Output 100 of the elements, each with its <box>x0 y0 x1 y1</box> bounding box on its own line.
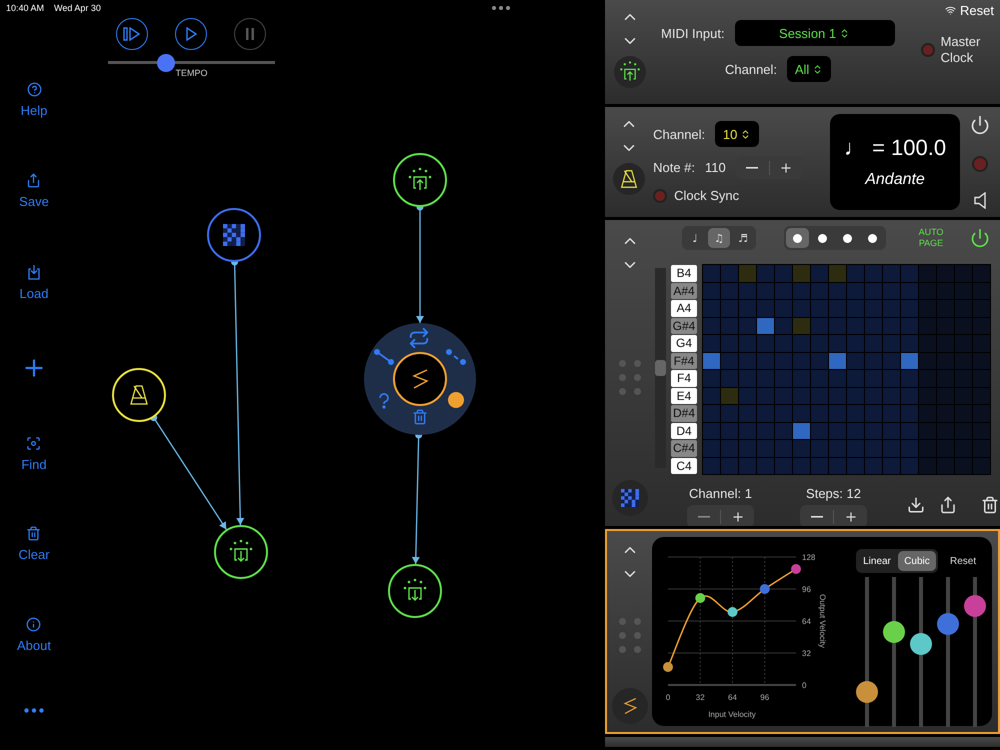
step-cell[interactable] <box>829 405 846 422</box>
step-cell[interactable] <box>919 405 936 422</box>
step-cell[interactable] <box>775 300 792 316</box>
step-cell[interactable] <box>865 300 882 316</box>
step-cell[interactable] <box>973 318 990 334</box>
step-cell[interactable] <box>901 405 918 422</box>
step-cell[interactable] <box>757 318 774 334</box>
step-cell[interactable] <box>883 405 900 422</box>
step-cell[interactable] <box>739 282 756 299</box>
step-cell[interactable] <box>847 388 864 404</box>
step-cell[interactable] <box>919 335 936 352</box>
step-cell[interactable] <box>703 282 720 299</box>
piano-key[interactable]: A4 <box>671 300 697 316</box>
step-cell[interactable] <box>721 405 738 422</box>
step-cell[interactable] <box>973 370 990 386</box>
step-cell[interactable] <box>721 370 738 386</box>
curve-mode-button[interactable]: Cubic <box>898 551 936 571</box>
step-cell[interactable] <box>793 352 810 369</box>
slider-thumb[interactable] <box>937 612 959 635</box>
step-cell[interactable] <box>739 265 756 282</box>
sequencer-node[interactable] <box>207 208 261 262</box>
piano-key[interactable]: B4 <box>671 265 697 282</box>
step-cell[interactable] <box>793 318 810 334</box>
more-button[interactable] <box>24 708 44 713</box>
trash-icon[interactable] <box>412 409 428 425</box>
step-cell[interactable] <box>775 458 792 474</box>
step-cell[interactable] <box>919 352 936 369</box>
step-cell[interactable] <box>883 335 900 352</box>
step-cell[interactable] <box>775 335 792 352</box>
loop-icon[interactable] <box>408 327 430 349</box>
power-button[interactable] <box>970 228 990 248</box>
step-cell[interactable] <box>901 335 918 352</box>
piano-key[interactable]: E4 <box>671 388 697 404</box>
step-cell[interactable] <box>901 265 918 282</box>
step-cell[interactable] <box>955 405 972 422</box>
step-cell[interactable] <box>811 335 828 352</box>
step-cell[interactable] <box>883 352 900 369</box>
step-cell[interactable] <box>703 422 720 439</box>
step-cell[interactable] <box>865 335 882 352</box>
step-cell[interactable] <box>865 370 882 386</box>
step-cell[interactable] <box>847 300 864 316</box>
step-cell[interactable] <box>793 422 810 439</box>
step-cell[interactable] <box>739 440 756 456</box>
step-cell[interactable] <box>937 318 954 334</box>
step-cell[interactable] <box>775 265 792 282</box>
steps-stepper[interactable] <box>800 505 867 526</box>
step-cell[interactable] <box>703 405 720 422</box>
curve-point[interactable] <box>760 584 770 594</box>
step-cell[interactable] <box>883 458 900 474</box>
step-cell[interactable] <box>955 335 972 352</box>
step-cell[interactable] <box>865 388 882 404</box>
step-cell[interactable] <box>901 370 918 386</box>
step-cell[interactable] <box>775 370 792 386</box>
step-cell[interactable] <box>919 265 936 282</box>
step-cell[interactable] <box>775 422 792 439</box>
step-cell[interactable] <box>739 352 756 369</box>
step-cell[interactable] <box>865 422 882 439</box>
step-cell[interactable] <box>973 388 990 404</box>
step-cell[interactable] <box>883 370 900 386</box>
piano-key[interactable]: D4 <box>671 422 697 439</box>
step-cell[interactable] <box>937 370 954 386</box>
step-cell[interactable] <box>865 440 882 456</box>
step-cell[interactable] <box>955 352 972 369</box>
step-cell[interactable] <box>937 388 954 404</box>
step-cell[interactable] <box>973 282 990 299</box>
step-cell[interactable] <box>865 282 882 299</box>
step-cell[interactable] <box>811 422 828 439</box>
step-cell[interactable] <box>721 335 738 352</box>
step-cell[interactable] <box>703 335 720 352</box>
step-cell[interactable] <box>937 335 954 352</box>
step-cell[interactable] <box>775 352 792 369</box>
step-cell[interactable] <box>721 300 738 316</box>
multitask-icon[interactable] <box>491 5 511 11</box>
step-cell[interactable] <box>739 422 756 439</box>
step-cell[interactable] <box>721 458 738 474</box>
step-cell[interactable] <box>973 265 990 282</box>
step-cell[interactable] <box>919 300 936 316</box>
find-button[interactable]: Find <box>21 436 47 472</box>
step-cell[interactable] <box>919 388 936 404</box>
step-cell[interactable] <box>973 352 990 369</box>
step-cell[interactable] <box>937 352 954 369</box>
step-cell[interactable] <box>973 458 990 474</box>
help-icon[interactable] <box>378 393 390 409</box>
step-cell[interactable] <box>955 370 972 386</box>
step-cell[interactable] <box>847 458 864 474</box>
piano-key[interactable]: C4 <box>671 458 697 474</box>
grip-icon[interactable] <box>618 618 640 653</box>
step-cell[interactable] <box>757 422 774 439</box>
step-cell[interactable] <box>793 300 810 316</box>
slider-thumb[interactable] <box>157 54 176 72</box>
step-cell[interactable] <box>919 318 936 334</box>
step-cell[interactable] <box>955 300 972 316</box>
slider-thumb[interactable] <box>883 620 905 643</box>
step-cell[interactable] <box>829 335 846 352</box>
disconnect-icon[interactable] <box>446 349 466 365</box>
step-cell[interactable] <box>811 282 828 299</box>
step-cell[interactable] <box>901 352 918 369</box>
step-cell[interactable] <box>775 405 792 422</box>
step-cell[interactable] <box>901 422 918 439</box>
step-cell[interactable] <box>703 388 720 404</box>
